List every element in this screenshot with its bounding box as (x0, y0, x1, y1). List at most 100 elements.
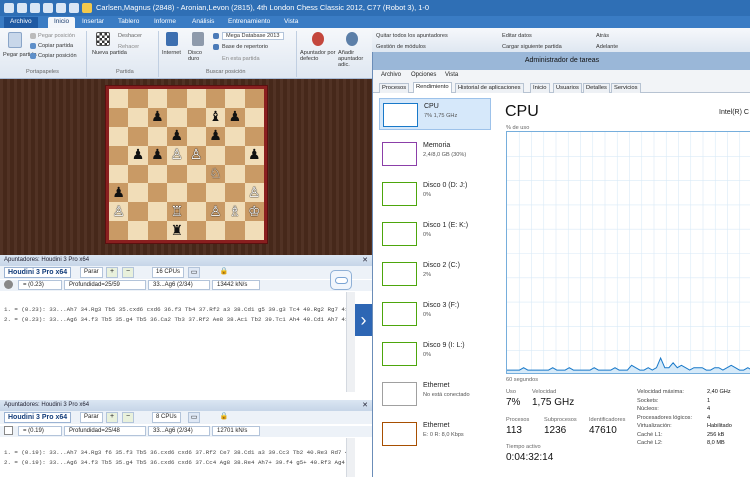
board-square[interactable] (109, 126, 129, 146)
tab-detalles[interactable]: Detalles (583, 83, 610, 93)
tab-rendimiento[interactable]: Rendimiento (413, 82, 452, 93)
board-square[interactable]: ♟ (109, 183, 129, 203)
board-square[interactable] (109, 107, 129, 127)
black-rook-icon[interactable]: ♜ (171, 224, 184, 238)
board-square[interactable] (128, 183, 148, 203)
board-square[interactable] (244, 221, 264, 240)
board-square[interactable] (128, 126, 148, 146)
board-square[interactable] (186, 164, 206, 184)
in-this-game-button[interactable]: En esta partida (222, 56, 260, 62)
board-square[interactable] (147, 202, 168, 222)
resource-item[interactable]: Disco 1 (E: K:) 0% (379, 218, 491, 250)
tab-procesos[interactable]: Procesos (379, 83, 410, 93)
board-square[interactable]: ♟ (244, 145, 264, 165)
board-square[interactable]: ♙ (167, 145, 187, 165)
menu-archivo[interactable]: Archivo (381, 72, 401, 78)
new-game-icon[interactable] (96, 32, 110, 46)
board-square[interactable]: ♝ (205, 107, 226, 127)
cpus-field-1[interactable]: 16 CPUs (152, 267, 185, 278)
paste-icon[interactable] (8, 32, 22, 48)
board-square[interactable] (128, 164, 148, 184)
board-square[interactable] (167, 183, 187, 203)
board-square[interactable]: ♙ (244, 183, 264, 203)
board-square[interactable] (186, 202, 206, 222)
board-square[interactable] (109, 164, 129, 184)
menu-opciones[interactable]: Opciones (411, 72, 436, 78)
board-square[interactable] (225, 183, 245, 203)
repertoire-button[interactable]: Base de repertorio (222, 44, 268, 50)
default-engine-button[interactable]: Apuntador por defecto (300, 50, 336, 62)
board-square[interactable] (147, 89, 168, 108)
arrow-icon[interactable] (69, 3, 79, 13)
board-square[interactable] (128, 107, 148, 127)
board-square[interactable]: ♟ (147, 107, 168, 127)
board-square[interactable]: ♔ (244, 202, 264, 222)
board-square[interactable] (205, 89, 226, 108)
minus-icon[interactable]: − (122, 267, 134, 278)
black-pawn-icon[interactable]: ♟ (112, 186, 125, 200)
board-square[interactable]: ♟ (147, 145, 168, 165)
board-square[interactable] (128, 221, 148, 240)
window-icon[interactable]: ▭ (188, 412, 200, 423)
board-square[interactable]: ♗ (225, 202, 245, 222)
resource-item[interactable]: Disco 3 (F:) 0% (379, 298, 491, 330)
scrollbar[interactable] (346, 292, 355, 392)
white-bishop-icon[interactable]: ♗ (229, 205, 242, 219)
close-icon[interactable]: ✕ (362, 256, 368, 264)
black-pawn-icon[interactable]: ♟ (171, 129, 184, 143)
board-square[interactable] (244, 107, 264, 127)
lock-icon[interactable]: 🔒 (218, 412, 230, 423)
white-pawn-icon[interactable]: ♙ (190, 148, 203, 162)
board-square[interactable] (225, 126, 245, 146)
resource-item[interactable]: CPU 7% 1,75 GHz (379, 98, 491, 130)
plus-icon[interactable]: + (106, 412, 118, 423)
board-square[interactable] (109, 145, 129, 165)
board-square[interactable] (186, 89, 206, 108)
hard-disk-icon[interactable] (192, 32, 204, 46)
board-square[interactable]: ♟ (167, 126, 187, 146)
board-square[interactable] (147, 126, 168, 146)
scrollbar[interactable] (346, 438, 355, 477)
add-engine-button[interactable]: Añadir apuntador adic. (338, 50, 372, 68)
board-square[interactable] (128, 89, 148, 108)
redo-icon[interactable] (43, 3, 53, 13)
manage-modules-button[interactable]: Gestión de módulos (376, 44, 426, 50)
close-icon[interactable]: ✕ (362, 401, 368, 409)
cloud-icon[interactable] (330, 270, 352, 290)
minus-icon[interactable]: − (122, 412, 134, 423)
remove-all-engines-button[interactable]: Quitar todos los apuntadores (376, 33, 448, 39)
tab-entrenamiento[interactable]: Entrenamiento (222, 17, 276, 28)
board-square[interactable] (147, 221, 168, 240)
checkbox-icon[interactable] (4, 426, 13, 435)
board-square[interactable] (205, 221, 226, 240)
board-square[interactable] (167, 164, 187, 184)
lock-icon[interactable]: 🔒 (218, 267, 230, 278)
add-engine-icon[interactable] (346, 32, 358, 46)
stop-button-2[interactable]: Parar (80, 412, 103, 423)
print-icon[interactable] (56, 3, 66, 13)
back-button[interactable]: Atrás (596, 33, 609, 39)
black-pawn-icon[interactable]: ♟ (132, 148, 145, 162)
board-square[interactable]: ♟ (225, 107, 245, 127)
engine-line[interactable]: 2. = (0.19): 33...Ag6 34.f3 Tb5 35.g4 Tb… (4, 459, 352, 466)
board-square[interactable] (186, 107, 206, 127)
board-square[interactable]: ♘ (205, 164, 226, 184)
tab-servicios[interactable]: Servicios (611, 83, 641, 93)
tab-vista[interactable]: Vista (278, 17, 304, 28)
tab-inicio[interactable]: Inicio (530, 83, 550, 93)
edit-data-button[interactable]: Editar datos (502, 33, 532, 39)
load-next-button[interactable]: Cargar siguiente partida (502, 44, 562, 50)
copy-position-button[interactable]: Copiar posición (38, 53, 77, 59)
tab-tablero[interactable]: Tablero (112, 17, 145, 28)
resource-item[interactable]: Disco 2 (C:) 2% (379, 258, 491, 290)
plus-icon[interactable]: + (106, 267, 118, 278)
resource-item[interactable]: Ethernet E: 0 R: 8,0 Kbps (379, 418, 491, 450)
resource-item[interactable]: Disco 0 (D: J:) 0% (379, 178, 491, 210)
engine-line[interactable]: 1. = (0.19): 33...Ah7 34.Rg3 f6 35.f3 Tb… (4, 449, 352, 456)
window-icon[interactable]: ▭ (188, 267, 200, 278)
board-square[interactable]: ♖ (167, 202, 187, 222)
resource-item[interactable]: Memoria 2,4/8,0 GB (30%) (379, 138, 491, 170)
board-square[interactable] (244, 89, 264, 108)
board-square[interactable] (205, 183, 226, 203)
board-square[interactable]: ♟ (205, 126, 226, 146)
